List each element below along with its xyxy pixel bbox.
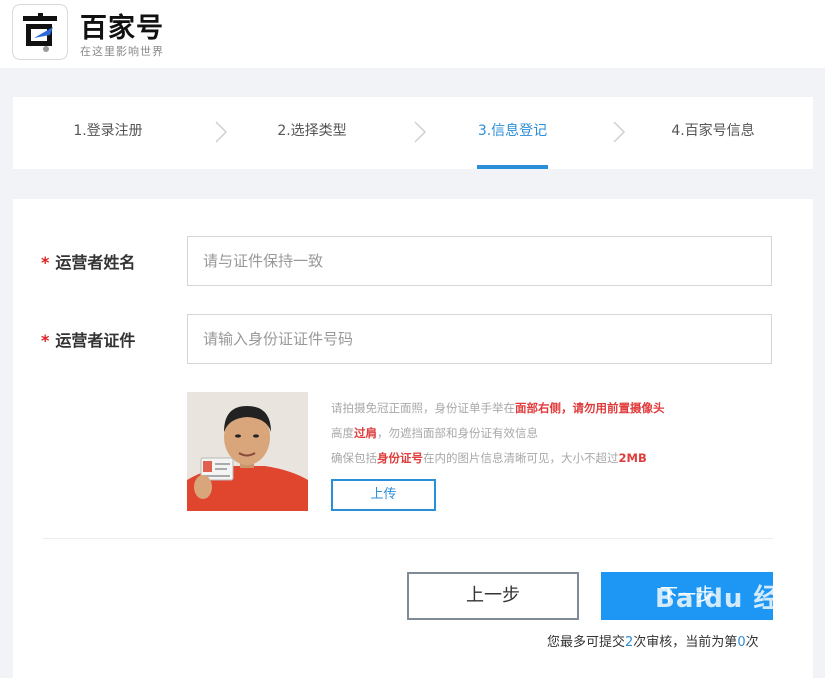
- required-mark: *: [41, 331, 50, 350]
- operator-name-label: * 运营者姓名: [41, 253, 136, 272]
- upload-button[interactable]: 上传: [331, 479, 436, 511]
- top-header: 百家号 在这里影响世界: [0, 0, 825, 68]
- step-login-register: 1.登录注册: [73, 123, 143, 139]
- operator-id-label: * 运营者证件: [41, 331, 136, 350]
- photo-requirements: 请拍摄免冠正面照，身份证单手举在面部右侧，请勿用前置摄像头 高度过肩，勿遮挡面部…: [331, 396, 665, 471]
- registration-steps: 1.登录注册 2.选择类型 3.信息登记 4.百家号信息: [13, 97, 813, 169]
- required-mark: *: [41, 253, 50, 272]
- tip-line-2: 高度过肩，勿遮挡面部和身份证有效信息: [331, 426, 538, 440]
- sample-id-photo: [187, 392, 308, 511]
- chevron-right-icon: [215, 121, 228, 143]
- baijiahao-logo-icon: [23, 13, 57, 52]
- tip-line-3: 确保包括身份证号在内的图片信息清晰可见，大小不超过2MB: [331, 451, 647, 465]
- step-baijiahao-info: 4.百家号信息: [671, 123, 755, 139]
- tip-line-1: 请拍摄免冠正面照，身份证单手举在面部右侧，请勿用前置摄像头: [331, 401, 665, 415]
- chevron-right-icon: [414, 121, 427, 143]
- brand-name: 百家号: [80, 13, 164, 44]
- baidu-jingyan-watermark: Baidu 经验: [655, 584, 808, 614]
- brand-slogan: 在这里影响世界: [80, 45, 164, 58]
- operator-name-input[interactable]: [187, 236, 772, 286]
- operator-id-input[interactable]: [187, 314, 772, 364]
- divider: [43, 538, 773, 539]
- chevron-right-icon: [613, 121, 626, 143]
- previous-step-button[interactable]: 上一步: [407, 572, 579, 620]
- step-select-type: 2.选择类型: [277, 123, 347, 139]
- submission-count-note: 您最多可提交2次审核，当前为第0次: [547, 635, 759, 650]
- step-info-registration: 3.信息登记: [477, 97, 548, 169]
- baijiahao-logo[interactable]: [12, 4, 68, 60]
